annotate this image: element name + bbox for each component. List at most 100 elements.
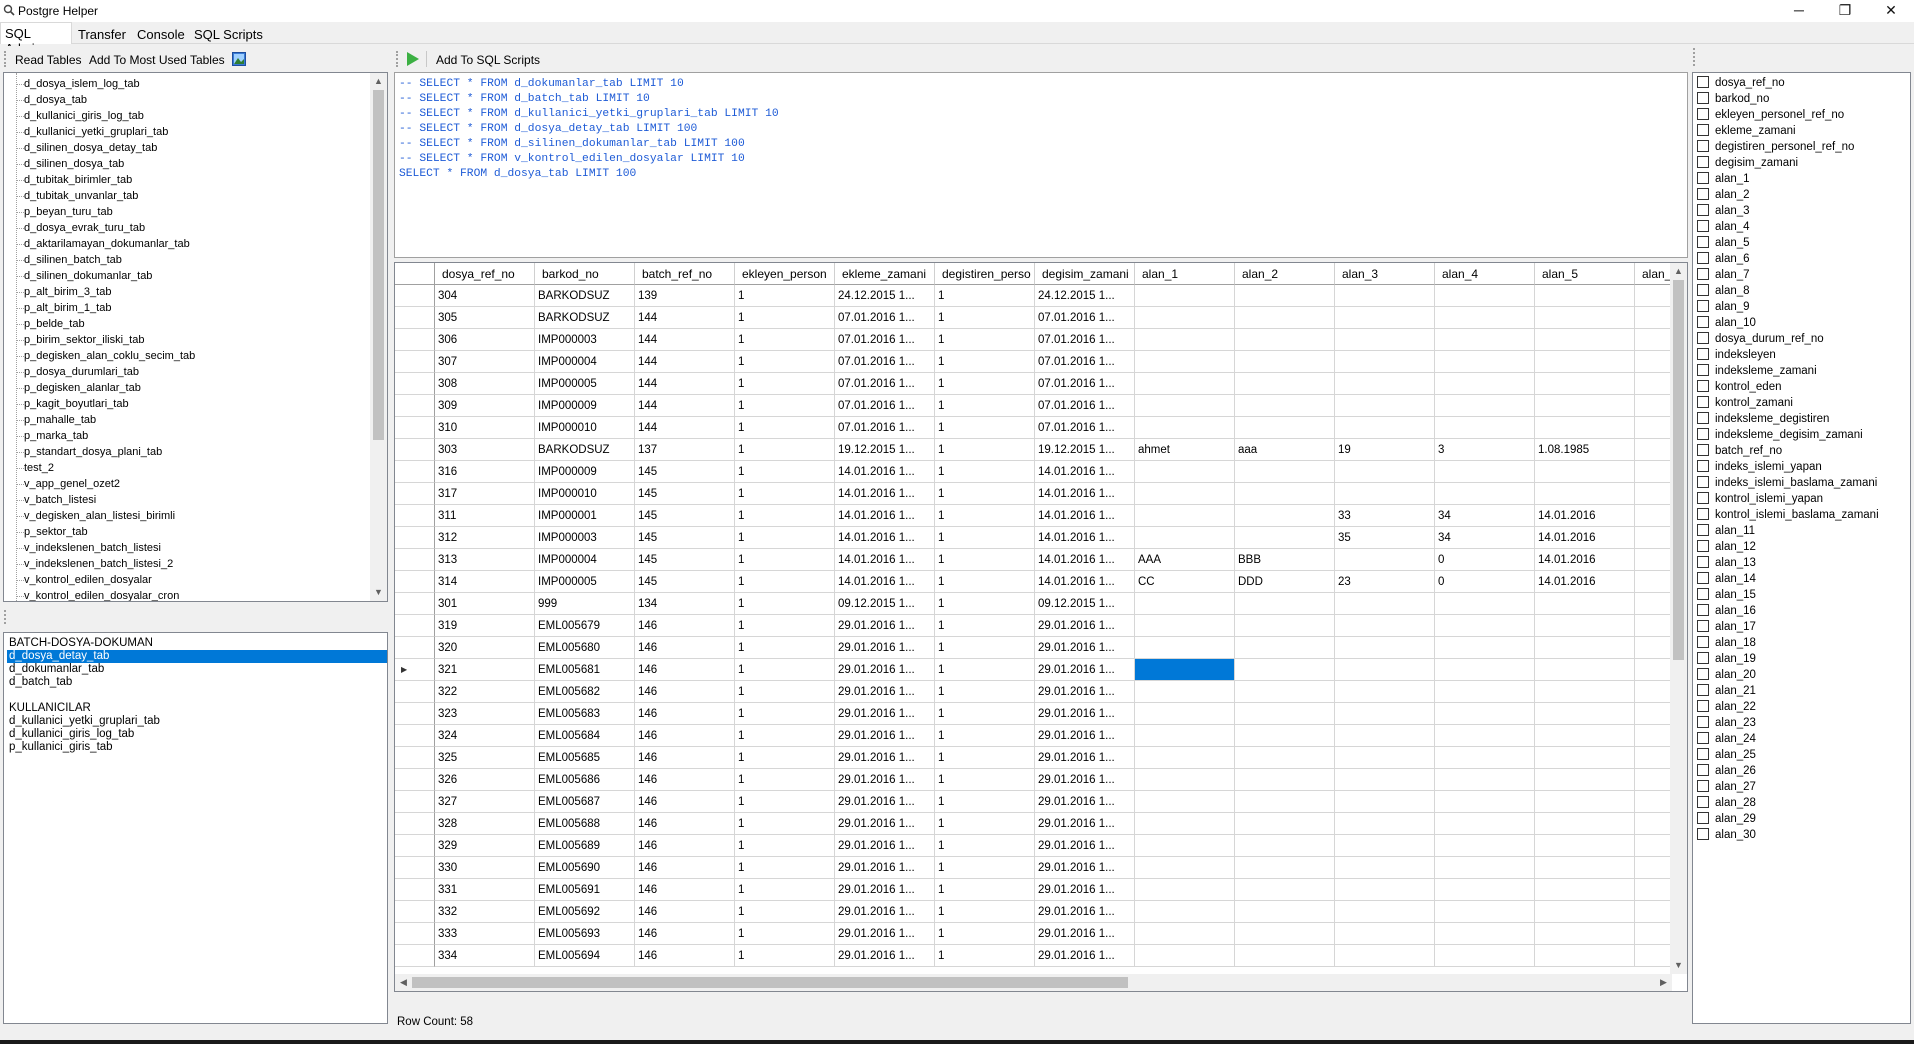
tree-item-table[interactable]: p_sektor_tab (24, 524, 88, 540)
grid-cell[interactable] (1135, 615, 1235, 637)
column-checkbox-item[interactable]: degisim_zamani (1697, 156, 1798, 172)
grid-cell[interactable]: 14.01.2016 1... (1035, 461, 1135, 483)
grid-cell[interactable]: IMP000005 (535, 373, 635, 395)
checkbox[interactable] (1697, 556, 1709, 568)
grid-cell[interactable] (1135, 461, 1235, 483)
tab-transfer[interactable]: Transfer (74, 25, 130, 44)
grid-cell[interactable] (1135, 923, 1235, 945)
row-header[interactable]: ▶ (395, 659, 435, 681)
grid-cell[interactable]: AAA (1135, 549, 1235, 571)
column-checkbox-item[interactable]: alan_2 (1697, 188, 1750, 204)
splitter-grip[interactable] (1693, 48, 1696, 66)
column-header[interactable]: alan_ (1635, 263, 1672, 285)
grid-cell[interactable] (1235, 747, 1335, 769)
grid-cell[interactable] (1235, 769, 1335, 791)
grid-cell[interactable]: 1 (735, 681, 835, 703)
grid-cell[interactable]: 323 (435, 703, 535, 725)
grid-cell[interactable] (1635, 659, 1672, 681)
checkbox[interactable] (1697, 460, 1709, 472)
tree-item-table[interactable]: d_dosya_tab (24, 92, 87, 108)
tree-item-table[interactable]: d_silinen_dosya_tab (24, 156, 124, 172)
grid-cell[interactable] (1635, 285, 1672, 307)
grid-cell[interactable] (1535, 593, 1635, 615)
checkbox[interactable] (1697, 684, 1709, 696)
grid-cell[interactable]: 146 (635, 681, 735, 703)
grid-cell[interactable]: BBB (1235, 549, 1335, 571)
column-checkbox-item[interactable]: alan_30 (1697, 828, 1756, 844)
grid-cell[interactable]: 146 (635, 813, 735, 835)
column-checkbox-item[interactable]: indeksleme_zamani (1697, 364, 1817, 380)
checkbox[interactable] (1697, 300, 1709, 312)
grid-cell[interactable] (1635, 417, 1672, 439)
grid-cell[interactable] (1535, 659, 1635, 681)
grid-cell[interactable]: 14.01.2016 1... (1035, 527, 1135, 549)
grid-cell[interactable]: 29.01.2016 1... (1035, 901, 1135, 923)
results-grid[interactable]: dosya_ref_no barkod_no batch_ref_no ekleyen… (394, 262, 1688, 992)
tree-item-table[interactable]: p_alt_birim_3_tab (24, 284, 111, 300)
column-checkbox-item[interactable]: alan_7 (1697, 268, 1750, 284)
grid-cell[interactable] (1635, 923, 1672, 945)
column-checkbox-item[interactable]: alan_17 (1697, 620, 1756, 636)
column-header[interactable]: alan_1 (1135, 263, 1235, 285)
grid-cell[interactable]: 34 (1435, 505, 1535, 527)
grid-cell[interactable] (1135, 879, 1235, 901)
grid-cell[interactable]: 139 (635, 285, 735, 307)
grid-cell[interactable]: 07.01.2016 1... (1035, 417, 1135, 439)
grid-cell[interactable]: BARKODSUZ (535, 439, 635, 461)
grid-cell[interactable]: 1 (935, 703, 1035, 725)
grid-cell[interactable]: 1 (735, 571, 835, 593)
grid-cell[interactable] (1235, 813, 1335, 835)
grid-cell[interactable]: BARKODSUZ (535, 285, 635, 307)
add-to-sql-scripts-button[interactable]: Add To SQL Scripts (436, 53, 540, 67)
grid-cell[interactable]: 328 (435, 813, 535, 835)
column-checkbox-item[interactable]: alan_29 (1697, 812, 1756, 828)
checkbox[interactable] (1697, 668, 1709, 680)
grid-cell[interactable] (1535, 417, 1635, 439)
grid-cell[interactable]: 1 (735, 483, 835, 505)
checkbox[interactable] (1697, 108, 1709, 120)
grid-cell[interactable] (1435, 329, 1535, 351)
grid-cell[interactable]: 144 (635, 417, 735, 439)
grid-cell[interactable] (1635, 901, 1672, 923)
grid-cell[interactable] (1535, 835, 1635, 857)
grid-cell[interactable] (1635, 329, 1672, 351)
grid-cell[interactable]: 07.01.2016 1... (835, 307, 935, 329)
tree-item-table[interactable]: d_dosya_evrak_turu_tab (24, 220, 145, 236)
grid-cell[interactable] (1135, 791, 1235, 813)
grid-cell[interactable] (1335, 923, 1435, 945)
grid-cell[interactable] (1335, 615, 1435, 637)
column-checkbox-item[interactable]: alan_15 (1697, 588, 1756, 604)
splitter-grip[interactable] (4, 610, 7, 624)
tree-item-table[interactable]: v_degisken_alan_listesi_birimli (24, 508, 175, 524)
scroll-up-icon[interactable]: ▲ (1670, 263, 1687, 280)
row-header[interactable] (395, 439, 435, 461)
column-checkbox-item[interactable]: alan_24 (1697, 732, 1756, 748)
grid-cell[interactable] (1635, 681, 1672, 703)
scroll-thumb[interactable] (1673, 280, 1684, 660)
grid-cell[interactable]: 330 (435, 857, 535, 879)
grid-cell[interactable]: 1 (935, 747, 1035, 769)
grid-cell[interactable]: 29.01.2016 1... (1035, 637, 1135, 659)
grid-cell[interactable]: 1 (935, 395, 1035, 417)
grid-cell[interactable] (1135, 857, 1235, 879)
grid-cell[interactable]: 35 (1335, 527, 1435, 549)
most-used-item[interactable]: d_dosya_detay_tab (7, 650, 387, 663)
column-checkbox-item[interactable]: alan_9 (1697, 300, 1750, 316)
tree-item-table[interactable]: p_degisken_alan_coklu_secim_tab (24, 348, 195, 364)
grid-cell[interactable] (1635, 769, 1672, 791)
grid-cell[interactable] (1135, 659, 1235, 681)
toolbar-grip[interactable] (4, 51, 7, 67)
grid-cell[interactable]: 1 (935, 835, 1035, 857)
grid-cell[interactable]: 327 (435, 791, 535, 813)
grid-cell[interactable]: 0 (1435, 549, 1535, 571)
checkbox[interactable] (1697, 492, 1709, 504)
row-header[interactable] (395, 615, 435, 637)
checkbox[interactable] (1697, 124, 1709, 136)
checkbox[interactable] (1697, 172, 1709, 184)
grid-cell[interactable] (1635, 879, 1672, 901)
grid-cell[interactable]: 24.12.2015 1... (1035, 285, 1135, 307)
grid-cell[interactable] (1635, 835, 1672, 857)
grid-cell[interactable]: 19 (1335, 439, 1435, 461)
grid-cell[interactable] (1535, 329, 1635, 351)
grid-cell[interactable]: 14.01.2016 1... (835, 483, 935, 505)
